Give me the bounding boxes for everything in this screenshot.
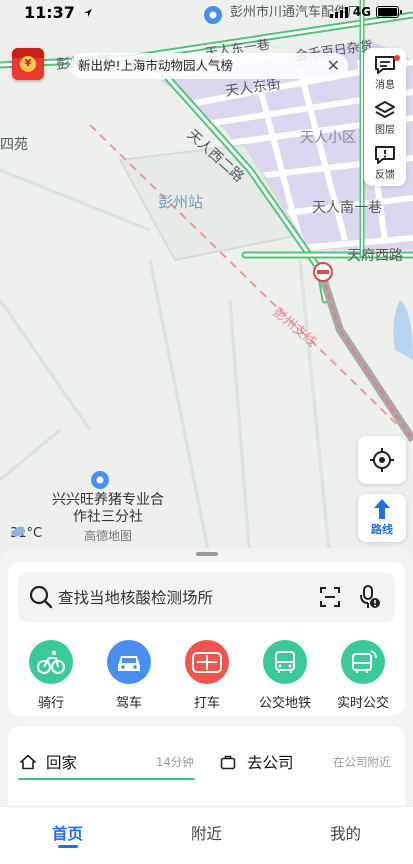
- home-icon: [20, 754, 36, 770]
- scan-icon[interactable]: [318, 585, 342, 609]
- bus-icon: [263, 640, 307, 684]
- quick-action-label: 驾车: [115, 696, 142, 711]
- cloud-icon: [11, 526, 25, 537]
- weather-widget[interactable]: 31°C: [10, 526, 42, 541]
- tool-label: 图层: [375, 125, 395, 136]
- red-packet-icon[interactable]: ¥: [12, 48, 44, 80]
- status-time: 11:37: [24, 3, 93, 22]
- map-tools-panel: 消息 图层 反馈: [364, 48, 406, 186]
- network-label: 4G: [352, 5, 371, 19]
- feedback-button[interactable]: 反馈: [364, 140, 406, 186]
- poi-label[interactable]: 兴兴旺养猪专业合作社三分社: [48, 492, 168, 526]
- quick-action-realtime-bus[interactable]: 实时公交: [328, 640, 398, 711]
- street-label: 天人南一巷: [312, 200, 382, 216]
- briefcase-icon: [220, 755, 236, 770]
- station-label[interactable]: 彭州站: [158, 193, 203, 211]
- tool-label: 消息: [375, 80, 395, 91]
- tool-label: 反馈: [375, 170, 395, 181]
- tab-home[interactable]: 首页: [52, 822, 83, 844]
- voice-icon[interactable]: [358, 584, 382, 610]
- close-icon[interactable]: ✕: [327, 53, 340, 79]
- bike-icon: [29, 640, 73, 684]
- notification-dot: [394, 55, 400, 61]
- quick-action-label: 实时公交: [336, 696, 389, 711]
- location-arrow-icon: [83, 9, 92, 17]
- feedback-icon: [375, 146, 395, 164]
- quick-action-label: 公交地铁: [258, 696, 311, 711]
- quick-action-transit[interactable]: 公交地铁: [250, 640, 320, 711]
- road-label: 天府西路: [347, 248, 403, 264]
- quick-action-label: 打车: [193, 696, 220, 711]
- go-home-button[interactable]: 回家: [46, 751, 77, 773]
- realtime-bus-icon: [341, 640, 385, 684]
- tab-nearby[interactable]: 附近: [191, 822, 222, 844]
- route-label: 路线: [371, 523, 393, 536]
- map-view[interactable]: 彭州市川通汽车配件厂 彭州北路 天人东一巷 金千百日杂货 天人东街 天人西二路 …: [0, 0, 413, 580]
- crosshair-icon: [370, 448, 394, 472]
- search-placeholder: 查找当地核酸检测场所: [58, 589, 214, 607]
- locate-button[interactable]: [358, 436, 406, 484]
- quick-action-car[interactable]: 驾车: [94, 640, 164, 711]
- search-bar[interactable]: 查找当地核酸检测场所: [18, 572, 395, 622]
- work-note: 在公司附近: [333, 755, 391, 769]
- route-arrow-icon: [374, 499, 390, 519]
- place-label: 四苑: [0, 137, 28, 153]
- layers-button[interactable]: 图层: [364, 95, 406, 141]
- quick-action-bike[interactable]: 骑行: [16, 640, 86, 711]
- message-icon: [375, 56, 395, 74]
- tab-mine[interactable]: 我的: [330, 822, 361, 844]
- banner-text: 新出炉!上海市动物园人气榜: [78, 58, 234, 73]
- quick-action-label: 骑行: [37, 696, 64, 711]
- battery-icon: [376, 6, 402, 18]
- map-attribution: 高德地图: [84, 529, 133, 543]
- tab-indicator: [58, 845, 78, 848]
- sheet-handle[interactable]: [196, 552, 218, 556]
- promo-banner[interactable]: 新出炉!上海市动物园人气榜 ✕: [70, 53, 348, 79]
- car-icon: [107, 640, 151, 684]
- route-button[interactable]: 路线: [358, 494, 406, 542]
- message-button[interactable]: 消息: [364, 50, 406, 96]
- go-work-button[interactable]: 去公司: [247, 751, 294, 773]
- status-bar: 11:37 4G: [0, 0, 413, 28]
- home-eta: 14分钟: [156, 755, 194, 769]
- district-label: 天人小区: [300, 130, 356, 146]
- home-underline: [18, 778, 195, 780]
- search-icon: [29, 585, 53, 609]
- layers-icon: [375, 101, 395, 118]
- signal-icon: [329, 6, 348, 18]
- quick-action-taxi[interactable]: 打车: [172, 640, 242, 711]
- taxi-icon: [185, 640, 229, 684]
